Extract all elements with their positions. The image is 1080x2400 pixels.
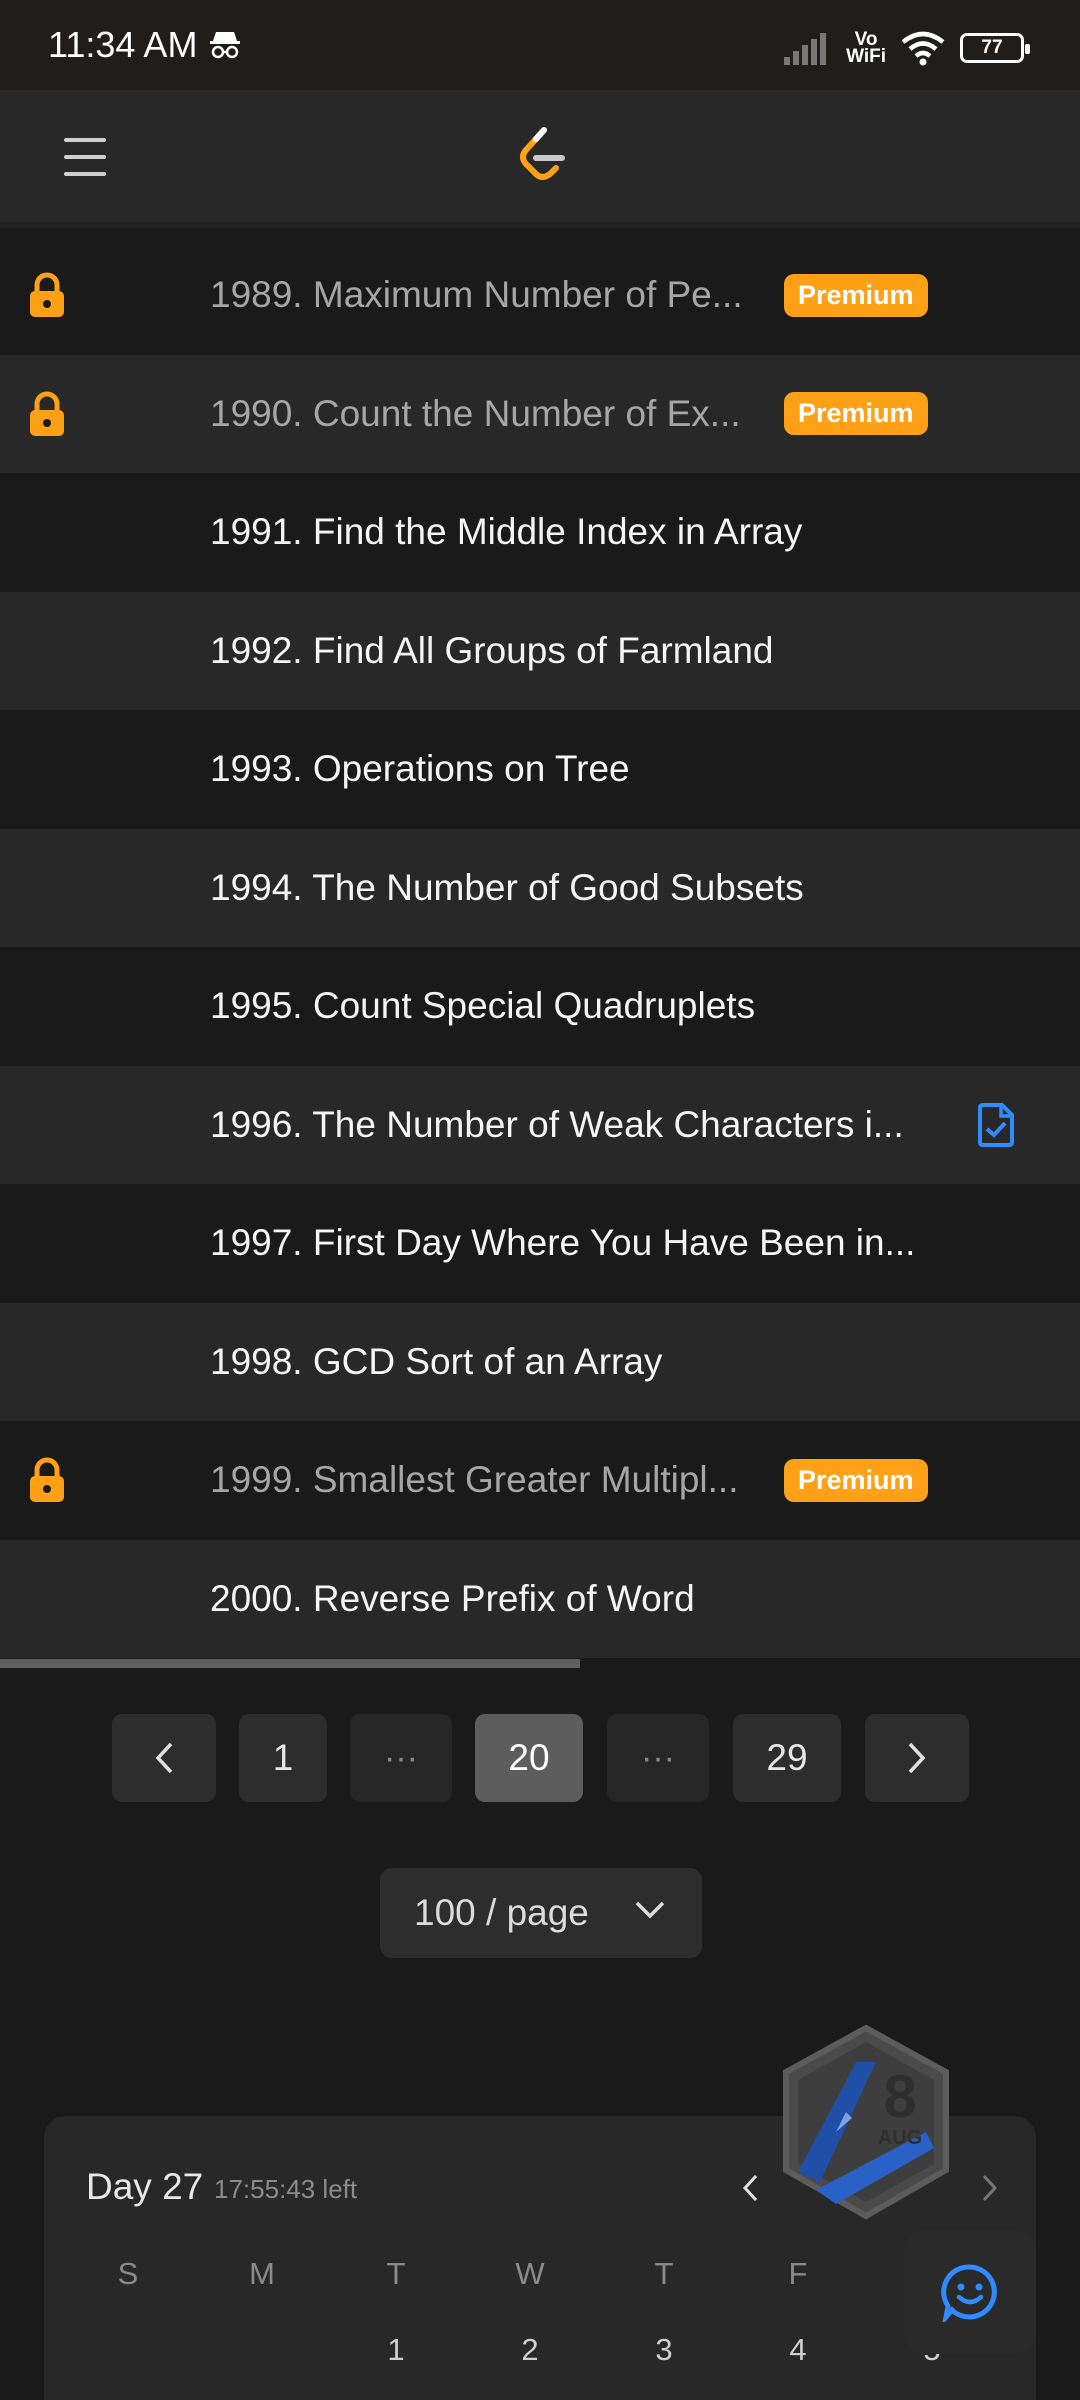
problem-row[interactable]: 1997. First Day Where You Have Been in..… xyxy=(0,1184,1080,1303)
page-1-button[interactable]: 1 xyxy=(239,1714,327,1802)
lock-icon xyxy=(26,272,68,318)
lock-icon xyxy=(26,391,68,437)
problem-title[interactable]: 1997. First Day Where You Have Been in..… xyxy=(210,1222,915,1264)
problem-title[interactable]: 1998. GCD Sort of an Array xyxy=(210,1341,662,1383)
calendar-day-label: Day 27 xyxy=(86,2166,204,2207)
pagination-ellipsis-right[interactable]: ··· xyxy=(607,1714,709,1802)
calendar-date[interactable]: 3 xyxy=(634,2332,694,2368)
solved-document-icon xyxy=(976,1102,1016,1148)
calendar-prev-icon[interactable] xyxy=(738,2170,762,2206)
calendar-next-icon[interactable] xyxy=(978,2170,1002,2206)
problem-title[interactable]: 1989. Maximum Number of Pe... xyxy=(210,274,743,316)
calendar-weekday: T xyxy=(386,2256,406,2291)
problem-title[interactable]: 1990. Count the Number of Ex... xyxy=(210,393,741,435)
status-bar: 11:34 AM Vo WiFi 77 xyxy=(0,0,1080,90)
calendar-weekday: W xyxy=(515,2256,545,2291)
pagination-ellipsis-left[interactable]: ··· xyxy=(350,1714,452,1802)
problem-title[interactable]: 1994. The Number of Good Subsets xyxy=(210,867,804,909)
problem-row[interactable]: 1992. Find All Groups of Farmland xyxy=(0,591,1080,710)
incognito-icon xyxy=(210,32,241,59)
pagination: 1 ··· 20 ··· 29 xyxy=(0,1714,1080,1802)
lock-icon xyxy=(26,1457,68,1503)
problem-title[interactable]: 1999. Smallest Greater Multipl... xyxy=(210,1459,739,1501)
monthly-badge[interactable]: 8 AUG xyxy=(776,2022,956,2222)
page-size-select[interactable]: 100 / page xyxy=(380,1868,702,1958)
problem-row[interactable]: 1995. Count Special Quadruplets xyxy=(0,947,1080,1066)
problem-title[interactable]: 1996. The Number of Weak Characters i... xyxy=(210,1104,904,1146)
premium-badge: Premium xyxy=(784,273,928,317)
problem-row[interactable]: 1990. Count the Number of Ex... Premium xyxy=(0,354,1080,473)
problem-row[interactable]: 1999. Smallest Greater Multipl... Premium xyxy=(0,1421,1080,1540)
horizontal-scrollbar[interactable] xyxy=(0,1659,580,1668)
problem-title[interactable]: 1995. Count Special Quadruplets xyxy=(210,985,755,1027)
menu-icon[interactable] xyxy=(64,138,106,176)
leetcode-logo[interactable] xyxy=(514,124,570,188)
problem-title[interactable]: 1991. Find the Middle Index in Array xyxy=(210,511,802,553)
last-page-button[interactable]: 29 xyxy=(733,1714,841,1802)
next-page-button[interactable] xyxy=(865,1714,969,1802)
premium-badge: Premium xyxy=(784,392,928,436)
problem-list: 1989. Maximum Number of Pe... Premium 1990… xyxy=(0,236,1080,1658)
battery-indicator: 77 xyxy=(960,33,1030,63)
svg-text:AUG: AUG xyxy=(878,2127,922,2149)
calendar-time-left: 17:55:43 left xyxy=(214,2174,358,2204)
calendar-date[interactable]: 1 xyxy=(366,2332,426,2368)
problem-title[interactable]: 1992. Find All Groups of Farmland xyxy=(210,630,774,672)
problem-row[interactable]: 1998. GCD Sort of an Array xyxy=(0,1302,1080,1421)
feedback-chat-button[interactable] xyxy=(904,2230,1036,2354)
calendar-date[interactable]: 2 xyxy=(500,2332,560,2368)
problem-row[interactable]: 1989. Maximum Number of Pe... Premium xyxy=(0,236,1080,355)
problem-row[interactable]: 1996. The Number of Weak Characters i... xyxy=(0,1065,1080,1184)
prev-page-button[interactable] xyxy=(112,1714,216,1802)
page-size-value: 100 / page xyxy=(414,1892,589,1933)
chevron-right-icon xyxy=(908,1742,926,1774)
wifi-icon xyxy=(901,31,945,66)
calendar-date[interactable]: 4 xyxy=(768,2332,828,2368)
current-page-button[interactable]: 20 xyxy=(475,1714,583,1802)
status-time: 11:34 AM xyxy=(48,24,198,65)
top-navbar xyxy=(0,90,1080,228)
calendar-weekday: M xyxy=(249,2256,275,2291)
problem-title[interactable]: 1993. Operations on Tree xyxy=(210,748,630,790)
calendar-weekday: S xyxy=(117,2256,139,2291)
calendar-weekday: T xyxy=(654,2256,674,2291)
premium-badge: Premium xyxy=(784,1458,928,1502)
problem-row[interactable]: 1991. Find the Middle Index in Array xyxy=(0,473,1080,592)
problem-row[interactable]: 2000. Reverse Prefix of Word xyxy=(0,1539,1080,1658)
chevron-left-icon xyxy=(155,1742,173,1774)
cellular-signal-icon xyxy=(784,33,827,65)
svg-text:8: 8 xyxy=(883,2063,916,2130)
problem-row[interactable]: 1993. Operations on Tree xyxy=(0,710,1080,829)
smiley-chat-icon xyxy=(941,2264,997,2322)
problem-row[interactable]: 1994. The Number of Good Subsets xyxy=(0,828,1080,947)
problem-title[interactable]: 2000. Reverse Prefix of Word xyxy=(210,1578,695,1620)
vowifi-indicator: Vo WiFi xyxy=(846,29,886,67)
chevron-down-icon xyxy=(635,1901,665,1919)
calendar-weekday: F xyxy=(788,2256,808,2291)
